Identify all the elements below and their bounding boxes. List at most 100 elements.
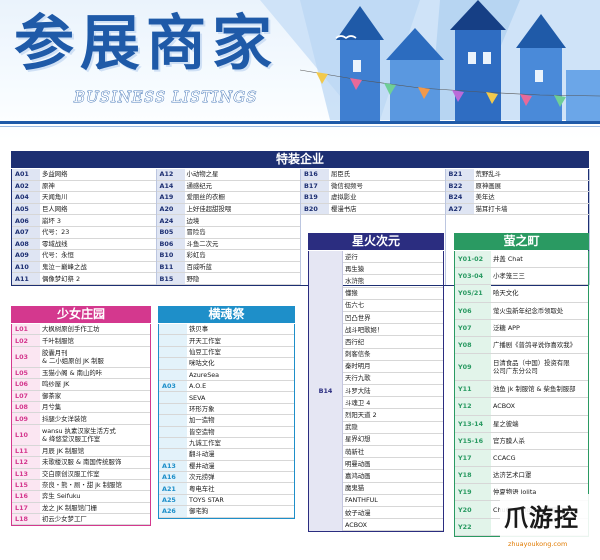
table-row: B22 原神画展 <box>445 180 589 193</box>
table-row: L06 鸣纱屋 JK <box>12 379 150 391</box>
exhibitor-name: 逆行 <box>345 252 358 261</box>
booth-code: A16 <box>159 472 187 483</box>
exhibitor-name: 冒险岛 <box>186 228 206 237</box>
booth-code: A05 <box>12 203 40 215</box>
table-row: L09 抖腿少女洋装馆 <box>12 413 150 425</box>
booth-code <box>159 358 187 369</box>
banner: 参展商家 BUSINESS LISTINGS <box>0 0 600 140</box>
booth-code: Y08 <box>455 336 491 354</box>
table-row: 皆空造物 <box>159 426 294 438</box>
booth-code: Y19 <box>455 484 491 501</box>
table-row: Y12 ACBOX <box>455 398 588 416</box>
list-item: 萌新社 <box>343 446 443 459</box>
exhibitor-name: 加一造物 <box>189 416 215 425</box>
exhibitor-name: FANTHFUL <box>345 496 378 505</box>
booth-code: Y03-04 <box>455 268 491 285</box>
booth-code: A08 <box>12 238 40 250</box>
exhibitor-name: SEVA <box>189 393 206 402</box>
exhibitor-name: 皆空造物 <box>189 427 215 436</box>
table-row: B24 美年达 <box>445 192 589 204</box>
table-row: A01 多益网络 <box>12 169 156 181</box>
exhibitor-name-line: 龙之 JK 制服馆门栅 <box>42 503 97 512</box>
booth-code: Y01-02 <box>455 251 491 268</box>
exhibitor-name-line: 千叶制服馆 <box>42 336 74 345</box>
table-column: A01 多益网络 A02 原神 A04 天闻角川 A05 巨人网络 A06 崩坏 3 A07 代号：2… <box>12 169 157 285</box>
exhibitor-name: 玉猫小阁 & 南山的咔 <box>40 369 102 377</box>
booth-code: Y06 <box>455 302 491 319</box>
page-subtitle: BUSINESS LISTINGS <box>74 88 258 107</box>
table-row: Y11 池鱼 jk 制服馆 & 柴鱼制服部 <box>455 381 588 399</box>
exhibitor-name: 天行九歌 <box>345 374 371 383</box>
table-row: B10 彩虹岛 <box>156 250 300 262</box>
booth-code: L16 <box>12 491 40 502</box>
booth-code <box>159 369 187 380</box>
booth-code: A07 <box>12 226 40 238</box>
table-row: Y18 达济艺术口罩 <box>455 467 588 485</box>
exhibitor-name: 虚拟影业 <box>331 193 357 202</box>
table-row: A24 边境 <box>156 215 300 227</box>
exhibitor-name: 池鱼 jk 制服馆 & 柴鱼制服部 <box>491 385 576 393</box>
exhibitor-name: 星之彼端 <box>491 420 519 428</box>
exhibitor-name: 战斗吧歌姬！ <box>345 325 384 334</box>
table-row: A13 樱井动漫 <box>159 460 294 473</box>
exhibitor-name: 开天工作室 <box>189 336 221 345</box>
table-row: A21 粤电车社 <box>159 483 294 495</box>
site-watermark: 爪游控 zhuayoukong.com <box>500 494 596 556</box>
table-row: A07 代号：23 <box>12 226 156 239</box>
table-row: A12 小动物之星 <box>156 169 300 181</box>
booth-code: A02 <box>12 180 40 192</box>
booth-code: Y17 <box>455 449 491 467</box>
booth-code: A14 <box>156 180 185 192</box>
table-row: B20 樱漫书店 <box>301 203 445 216</box>
booth-code: B11 <box>156 261 185 273</box>
booth-code: A12 <box>156 169 185 180</box>
exhibitor-name: 烈阳天道 2 <box>345 411 377 420</box>
table-column: A12 小动物之星 A14 通感纪元 A19 爱丽丝的衣橱 A20 上好佳超甜投喂 A24 边境 B… <box>156 169 301 285</box>
exhibitor-name: 月兮集 <box>40 403 61 411</box>
exhibitor-name: 水浒熊 <box>345 276 365 285</box>
table-row: L16 弈生 Seifuku <box>12 491 150 503</box>
table-row: SEVA <box>159 392 294 404</box>
table-row: Y17 CCACG <box>455 449 588 468</box>
booth-code: A26 <box>159 506 187 517</box>
exhibitor-name-line: 小孝笼三三 <box>493 272 525 281</box>
section-header-soul: 横魂祭 <box>158 306 295 323</box>
booth-code: L10 <box>12 424 40 445</box>
exhibitor-name-line: 井盖 Chat <box>493 255 523 264</box>
booth-code: A04 <box>12 192 40 203</box>
booth-code: B20 <box>301 203 329 215</box>
booth-code <box>159 324 187 335</box>
exhibitor-name-line: 交白原创汉服工作室 <box>42 469 100 478</box>
booth-code: Y22 <box>455 518 491 535</box>
booth-code: L11 <box>12 445 40 457</box>
exhibitor-name: 明曼动画 <box>345 459 371 468</box>
booth-code <box>159 415 187 426</box>
table-row: AzureSea <box>159 369 294 381</box>
exhibitor-name-line: & 二小姐原创 JK 制服 <box>42 356 104 365</box>
list-item: 战斗吧歌姬！ <box>343 324 443 337</box>
exhibitor-name: 荒野乱斗 <box>475 170 502 179</box>
table-row: L15 奈良・熊・厕・甜 jk 制服馆 <box>12 479 150 492</box>
exhibitor-name-line: 月兮集 <box>42 403 62 412</box>
exhibitor-name: 大枫树原创手作工坊 <box>40 325 100 333</box>
exhibitor-name: 偶像梦幻祭 2 <box>42 274 81 283</box>
exhibitor-name: 再生猿 <box>345 264 365 273</box>
table-row: 加一造物 <box>159 415 294 427</box>
table-row: B21 荒野乱斗 <box>445 169 589 181</box>
list-item: 斗罗大陆 <box>343 385 443 398</box>
list-item: 魔鬼猫 <box>343 483 443 495</box>
exhibitor-name: 弈生 Seifuku <box>40 492 80 500</box>
table-row: B19 虚拟影业 <box>301 192 445 204</box>
exhibitor-name-line: 抖腿少女洋装馆 <box>42 414 87 423</box>
exhibitor-name: CCACG <box>491 454 516 462</box>
exhibitor-name: 次元捞弹 <box>189 473 215 482</box>
exhibitor-name: 爱丽丝的衣橱 <box>186 193 225 202</box>
booth-code: L02 <box>12 335 40 346</box>
booth-code: L15 <box>12 479 40 491</box>
exhibitor-name: 日清食品（中国）投资有限 公司广东分公司 <box>491 359 570 375</box>
booth-code: A10 <box>12 261 40 273</box>
exhibitor-name: 秦时明月 <box>345 362 371 371</box>
table-row: A26 御宅狗 <box>159 506 294 518</box>
table-row: B06 斗鱼二次元 <box>156 238 300 251</box>
booth-code: B05 <box>156 226 185 238</box>
